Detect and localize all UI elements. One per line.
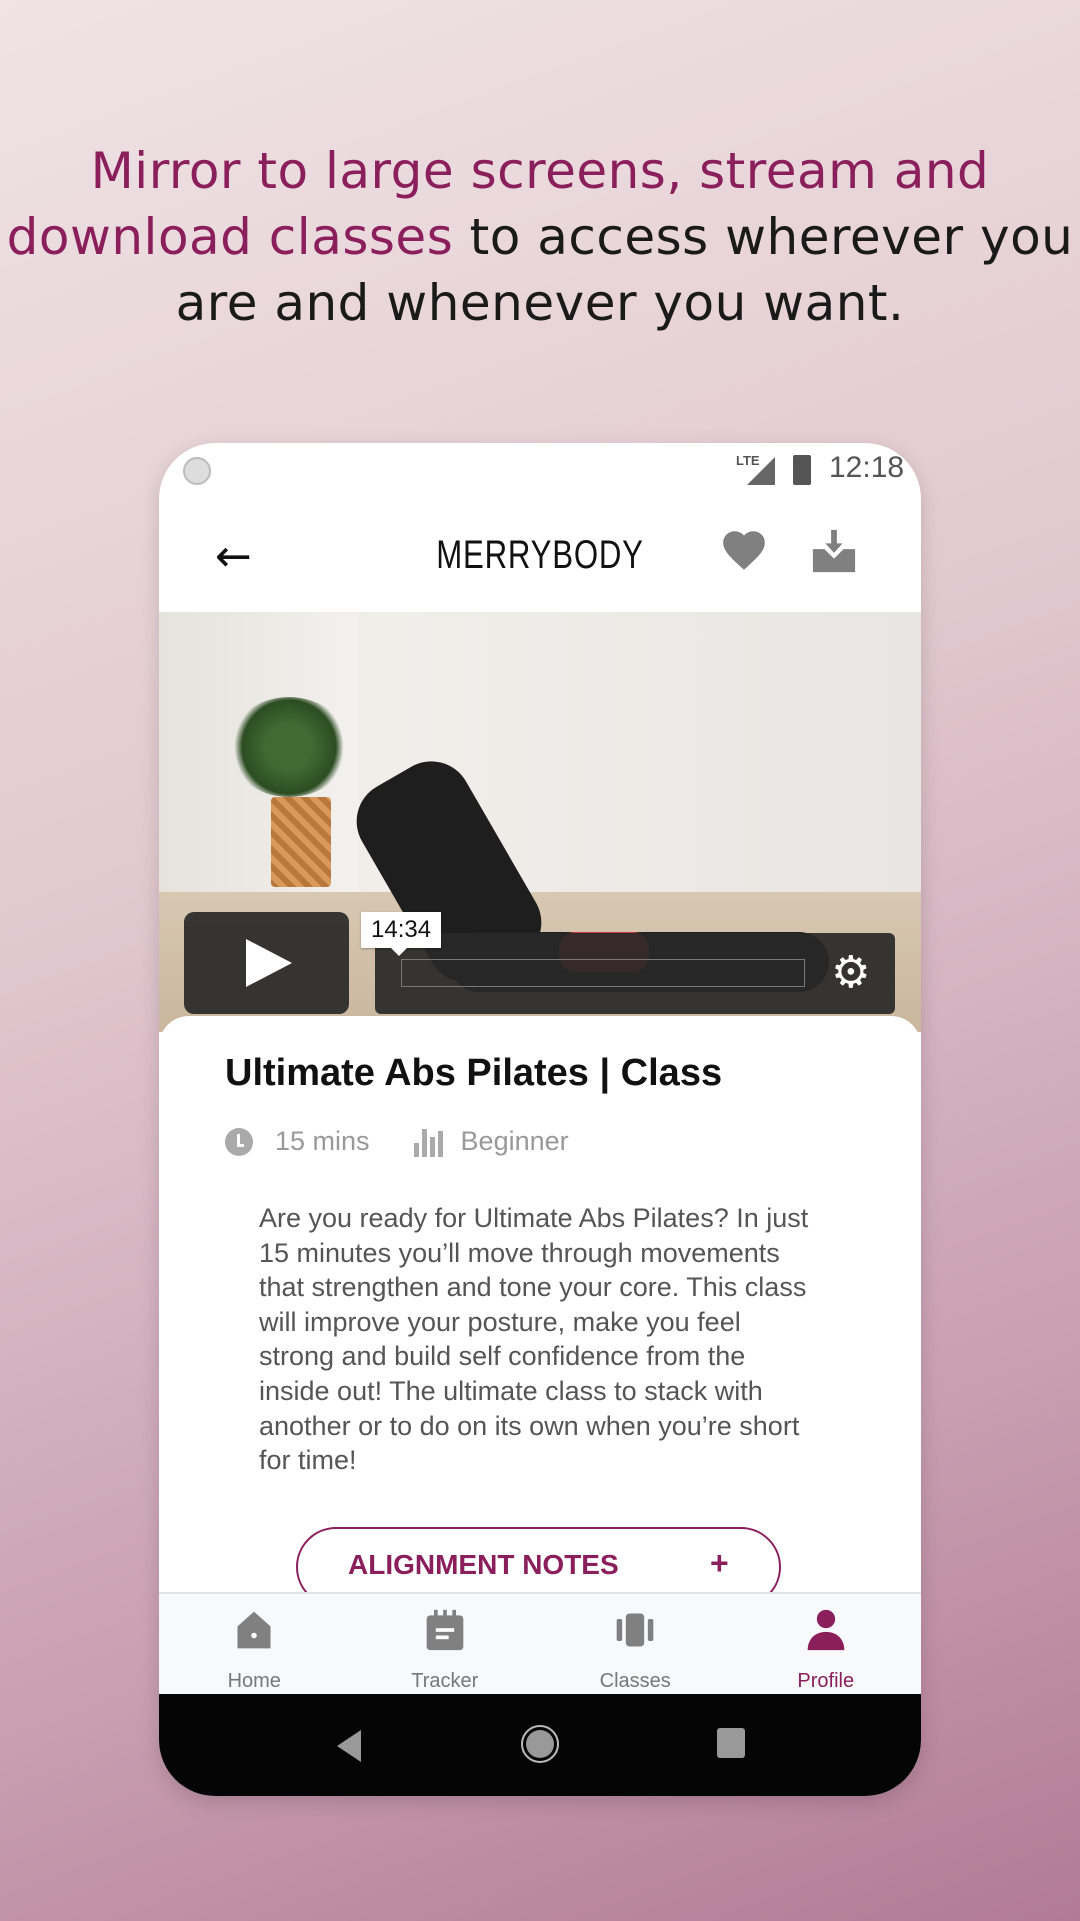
bottom-nav: Home Tracker Classes Profile <box>159 1592 921 1694</box>
plus-icon: + <box>710 1545 729 1581</box>
notification-icon <box>183 457 211 485</box>
class-meta: 15 mins Beginner <box>225 1126 569 1157</box>
status-bar: LTE 12:18 <box>159 443 921 499</box>
nav-label: Tracker <box>411 1670 479 1692</box>
alignment-notes-label: ALIGNMENT NOTES <box>348 1549 619 1580</box>
nav-item-classes[interactable]: Classes <box>540 1594 731 1694</box>
system-recents-icon[interactable] <box>717 1728 745 1758</box>
clock-icon <box>225 1127 253 1156</box>
class-title: Ultimate Abs Pilates | Class <box>225 1052 723 1094</box>
seek-time-tooltip: 14:34 <box>361 912 442 956</box>
level-bars-icon <box>413 1127 443 1157</box>
video-carousel-icon <box>616 1613 654 1647</box>
class-details-card: Ultimate Abs Pilates | Class 15 mins Beg… <box>159 1016 921 1607</box>
seek-bar[interactable] <box>401 959 805 987</box>
nav-item-profile[interactable]: Profile <box>731 1594 922 1694</box>
nav-label: Profile <box>797 1670 855 1692</box>
download-icon[interactable] <box>811 527 857 575</box>
player-controls: ⚙ <box>375 933 895 1014</box>
nav-item-home[interactable]: Home <box>159 1594 350 1694</box>
status-time: 12:18 <box>829 451 905 484</box>
video-frame-stand <box>271 797 331 887</box>
nav-label: Home <box>227 1670 281 1692</box>
signal-icon <box>747 457 775 485</box>
gear-icon[interactable]: ⚙ <box>831 951 870 995</box>
class-level: Beginner <box>460 1126 569 1156</box>
phone-mockup: LTE 12:18 ← MERRYBODY ⚙ 14:34 Ultimate A… <box>159 443 921 1796</box>
app-bar: ← MERRYBODY <box>159 499 921 612</box>
play-button[interactable] <box>184 912 349 1014</box>
system-back-icon[interactable] <box>335 1728 363 1764</box>
class-duration: 15 mins <box>275 1126 370 1156</box>
battery-icon <box>793 455 811 485</box>
home-icon <box>237 1611 271 1649</box>
person-icon <box>807 1609 845 1651</box>
promo-headline: Mirror to large screens, stream and down… <box>0 138 1080 336</box>
video-frame-plant <box>229 697 349 797</box>
system-home-icon[interactable] <box>520 1724 560 1764</box>
heart-icon[interactable] <box>719 525 769 575</box>
play-icon <box>246 939 292 987</box>
system-nav-bar <box>159 1694 921 1796</box>
calendar-icon <box>426 1609 464 1651</box>
nav-label: Classes <box>599 1670 671 1692</box>
video-player[interactable]: ⚙ 14:34 <box>159 612 921 1032</box>
class-description: Are you ready for Ultimate Abs Pilates? … <box>259 1203 809 1476</box>
nav-item-tracker[interactable]: Tracker <box>350 1594 541 1694</box>
